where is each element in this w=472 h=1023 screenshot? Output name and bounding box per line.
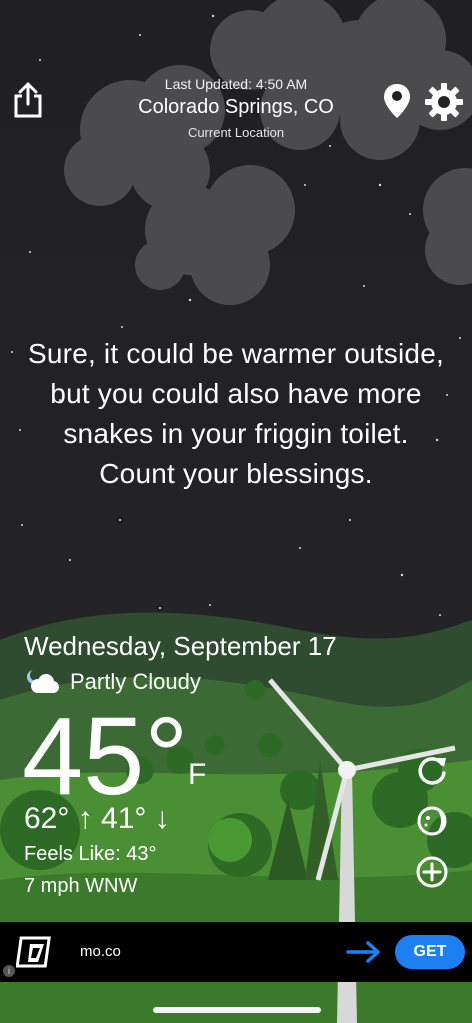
current-location-label: Current Location bbox=[187, 125, 285, 140]
ad-text[interactable]: mo.co bbox=[80, 943, 121, 960]
location-pin-icon[interactable] bbox=[382, 82, 412, 120]
weather-quote: Sure, it could be warmer outside, but yo… bbox=[28, 338, 444, 489]
moon-phase-icon[interactable] bbox=[415, 804, 449, 838]
ad-banner[interactable]: mo.co GET i bbox=[0, 922, 472, 982]
get-button[interactable]: GET bbox=[395, 935, 465, 969]
share-icon[interactable] bbox=[10, 80, 46, 120]
add-icon[interactable] bbox=[415, 855, 449, 889]
feels-like-label: Feels Like: 43° bbox=[24, 843, 157, 865]
ad-logo-icon bbox=[16, 936, 51, 968]
ad-info-icon[interactable]: i bbox=[3, 965, 15, 977]
wind-label: 7 mph WNW bbox=[24, 875, 138, 897]
refresh-icon[interactable] bbox=[415, 754, 449, 788]
gear-icon[interactable] bbox=[424, 82, 464, 122]
home-indicator[interactable] bbox=[153, 1007, 321, 1013]
date-label: Wednesday, September 17 bbox=[24, 631, 337, 661]
temperature-unit[interactable]: F bbox=[188, 758, 206, 792]
clouds bbox=[64, 0, 472, 305]
high-low-temps: 62° ↑ 41° ↓ bbox=[24, 802, 170, 835]
arrow-right-icon bbox=[346, 941, 380, 963]
weather-scene bbox=[0, 0, 472, 1023]
